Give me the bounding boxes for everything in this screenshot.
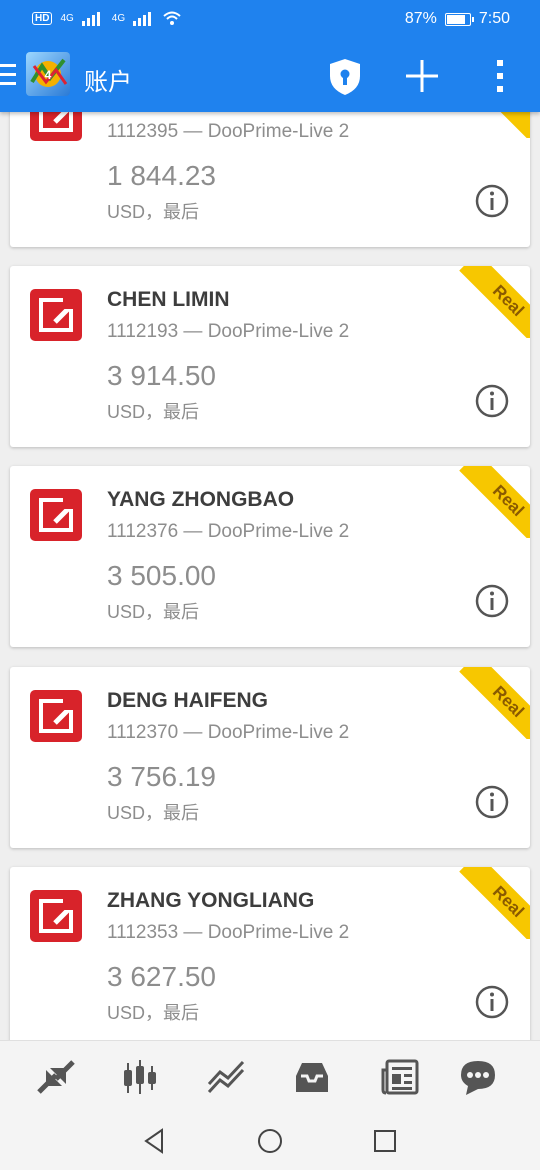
battery-percent: 87% <box>404 10 437 27</box>
account-balance: 1 844.23 <box>107 160 216 191</box>
account-currency: USD，最后 <box>107 202 200 222</box>
network-label-1: 4G <box>60 12 74 24</box>
account-login: 1112353 — DooPrime-Live 2 <box>107 922 350 943</box>
info-icon[interactable] <box>475 985 509 1019</box>
info-icon[interactable] <box>475 384 509 418</box>
account-name: DENG HAIFENG <box>107 689 269 712</box>
plus-icon[interactable] <box>404 58 440 94</box>
real-badge: Real <box>458 266 530 338</box>
account-balance: 3 756.19 <box>107 761 216 792</box>
badge-label: Real <box>488 281 528 321</box>
shield-lock-icon[interactable] <box>328 58 362 96</box>
clock: 7:50 <box>478 10 510 27</box>
history-icon[interactable] <box>292 1058 332 1096</box>
real-badge: Real <box>458 667 530 739</box>
status-bar: HD 4G 4G 87% 7:50 <box>0 0 540 40</box>
account-name: CHEN LIMIN <box>107 288 230 311</box>
trade-icon[interactable] <box>206 1058 246 1096</box>
account-balance: 3 914.50 <box>107 360 216 391</box>
top-bar: HD 4G 4G 87% 7:50 4 账户 <box>0 0 540 112</box>
hd-icon: HD <box>32 11 53 25</box>
account-login: 1112395 — DooPrime-Live 2 <box>107 121 350 142</box>
back-icon[interactable] <box>142 1128 168 1154</box>
more-vert-icon[interactable] <box>496 58 504 94</box>
account-name: ZHANG YONGLIANG <box>107 889 315 912</box>
broker-logo-icon <box>30 690 82 742</box>
recents-icon[interactable] <box>372 1128 398 1154</box>
info-icon[interactable] <box>475 584 509 618</box>
chat-icon[interactable] <box>458 1058 498 1096</box>
broker-logo-icon <box>30 489 82 541</box>
account-card[interactable]: CHEN LIMIN 1112193 — DooPrime-Live 2 3 9… <box>10 266 530 447</box>
chart-icon[interactable] <box>120 1058 160 1096</box>
badge-label: Real <box>488 481 528 521</box>
badge-label: Real <box>488 682 528 722</box>
account-currency: USD，最后 <box>107 402 200 422</box>
real-badge: Real <box>458 867 530 939</box>
broker-logo-icon <box>30 112 82 141</box>
account-balance: 3 627.50 <box>107 961 216 992</box>
battery-icon <box>444 12 474 26</box>
account-card[interactable]: ZHANG YONGLIANG 1112353 — DooPrime-Live … <box>10 867 530 1040</box>
home-icon[interactable] <box>257 1128 283 1154</box>
app-bar: 4 账户 <box>0 40 540 112</box>
svg-text:4: 4 <box>45 68 52 82</box>
account-login: 1112193 — DooPrime-Live 2 <box>107 321 350 342</box>
info-icon[interactable] <box>475 184 509 218</box>
real-badge: Real <box>458 466 530 538</box>
hamburger-icon[interactable] <box>0 64 16 86</box>
page-title: 账户 <box>84 69 132 96</box>
quotes-icon[interactable] <box>36 1058 76 1096</box>
broker-logo-icon <box>30 289 82 341</box>
metatrader-logo: 4 <box>26 52 70 96</box>
wifi-icon <box>163 11 181 25</box>
real-badge <box>458 112 530 138</box>
account-login: 1112370 — DooPrime-Live 2 <box>107 722 350 743</box>
account-card[interactable]: DENG HAIFENG 1112370 — DooPrime-Live 2 3… <box>10 667 530 848</box>
account-currency: USD，最后 <box>107 602 200 622</box>
signal-icon <box>81 10 104 26</box>
broker-logo-icon <box>30 890 82 942</box>
news-icon[interactable] <box>380 1058 420 1096</box>
account-list[interactable]: 1112395 — DooPrime-Live 2 1 844.23 USD，最… <box>0 112 540 1040</box>
badge-label: Real <box>488 882 528 922</box>
network-label-2: 4G <box>111 12 126 24</box>
account-balance: 3 505.00 <box>107 560 216 591</box>
info-icon[interactable] <box>475 785 509 819</box>
account-login: 1112376 — DooPrime-Live 2 <box>107 521 350 542</box>
system-nav-bar <box>0 1111 540 1170</box>
account-card[interactable]: YANG ZHONGBAO 1112376 — DooPrime-Live 2 … <box>10 466 530 647</box>
account-name: YANG ZHONGBAO <box>107 488 295 511</box>
bottom-tab-bar <box>0 1040 540 1111</box>
account-currency: USD，最后 <box>107 1003 200 1023</box>
account-currency: USD，最后 <box>107 803 200 823</box>
account-card[interactable]: 1112395 — DooPrime-Live 2 1 844.23 USD，最… <box>10 112 530 247</box>
signal-icon <box>133 10 155 26</box>
